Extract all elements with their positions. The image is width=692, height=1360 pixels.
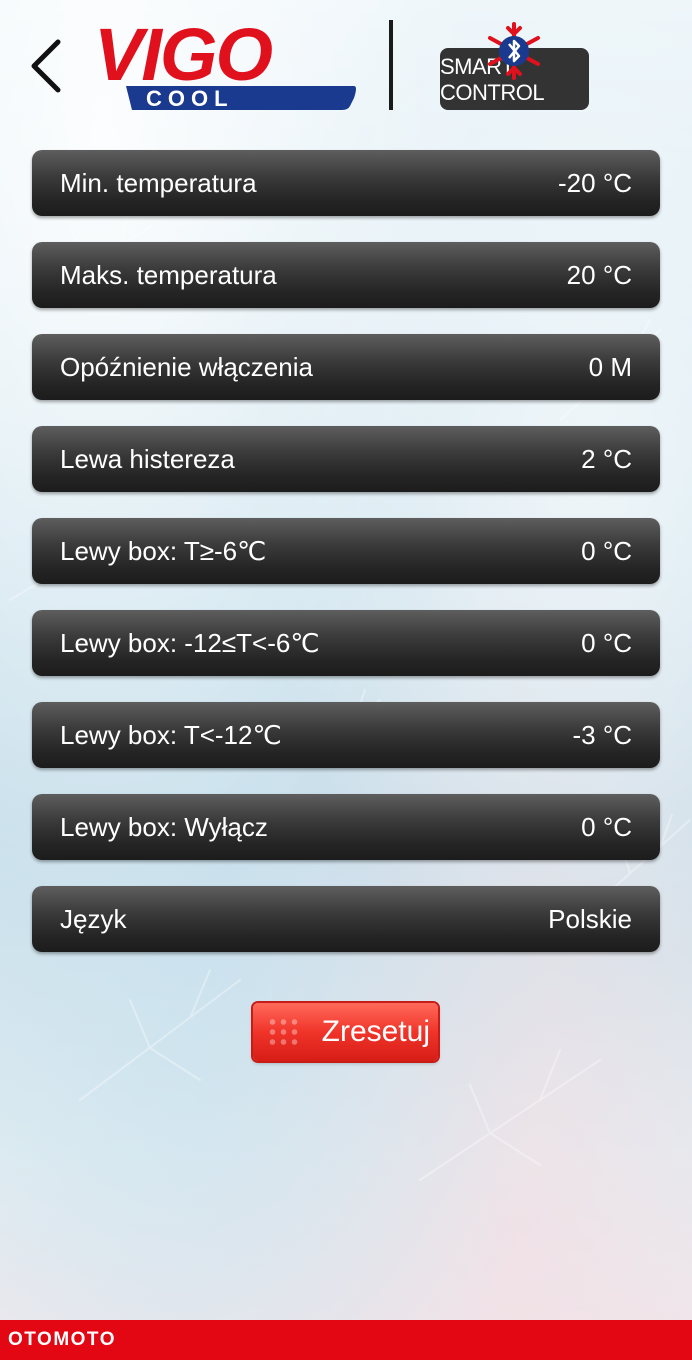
setting-language[interactable]: Język Polskie: [32, 886, 660, 952]
setting-label: Opóźnienie włączenia: [60, 351, 313, 382]
setting-left-hysteresis[interactable]: Lewa histereza 2 °C: [32, 426, 660, 492]
header-divider: [389, 20, 393, 110]
setting-value: Polskie: [548, 903, 632, 934]
setting-start-delay[interactable]: Opóźnienie włączenia 0 M: [32, 334, 660, 400]
setting-value: 0 °C: [581, 627, 632, 658]
chevron-left-icon[interactable]: [22, 34, 72, 98]
setting-label: Lewy box: Wyłącz: [60, 811, 268, 842]
dot-grid-icon: [267, 1017, 301, 1047]
setting-left-box-off[interactable]: Lewy box: Wyłącz 0 °C: [32, 794, 660, 860]
bluetooth-snowflake-icon: [482, 20, 546, 82]
setting-value: -3 °C: [572, 719, 632, 750]
brand-subtitle: COOL: [146, 86, 234, 111]
setting-max-temperature[interactable]: Maks. temperatura 20 °C: [32, 242, 660, 308]
setting-label: Lewy box: -12≤T<-6℃: [60, 627, 320, 658]
setting-left-box-low[interactable]: Lewy box: T<-12℃ -3 °C: [32, 702, 660, 768]
setting-value: 0 M: [588, 351, 632, 382]
brand-title: VIGO: [94, 18, 272, 96]
setting-value: 0 °C: [581, 811, 632, 842]
setting-min-temperature[interactable]: Min. temperatura -20 °C: [32, 150, 660, 216]
setting-left-box-mid[interactable]: Lewy box: -12≤T<-6℃ 0 °C: [32, 610, 660, 676]
setting-label: Lewy box: T≥-6℃: [60, 535, 267, 566]
app-header: VIGO COOL SMART CONTROL: [0, 0, 692, 130]
watermark-text: OTOMOTO: [8, 1329, 116, 1350]
setting-label: Lewy box: T<-12℃: [60, 719, 282, 750]
setting-left-box-high[interactable]: Lewy box: T≥-6℃ 0 °C: [32, 518, 660, 584]
settings-list: Min. temperatura -20 °C Maks. temperatur…: [32, 150, 660, 978]
reset-button[interactable]: Zresetuj: [253, 1003, 438, 1061]
setting-value: 20 °C: [566, 259, 632, 290]
setting-label: Język: [60, 903, 127, 934]
setting-label: Lewa histereza: [60, 443, 235, 474]
vigo-cool-logo: VIGO COOL: [92, 13, 358, 114]
reset-label: Zresetuj: [321, 1015, 430, 1048]
setting-label: Maks. temperatura: [60, 259, 277, 290]
setting-label: Min. temperatura: [60, 167, 257, 198]
setting-value: 0 °C: [581, 535, 632, 566]
setting-value: -20 °C: [558, 167, 632, 198]
watermark-bar: OTOMOTO: [0, 1320, 692, 1360]
setting-value: 2 °C: [581, 443, 632, 474]
